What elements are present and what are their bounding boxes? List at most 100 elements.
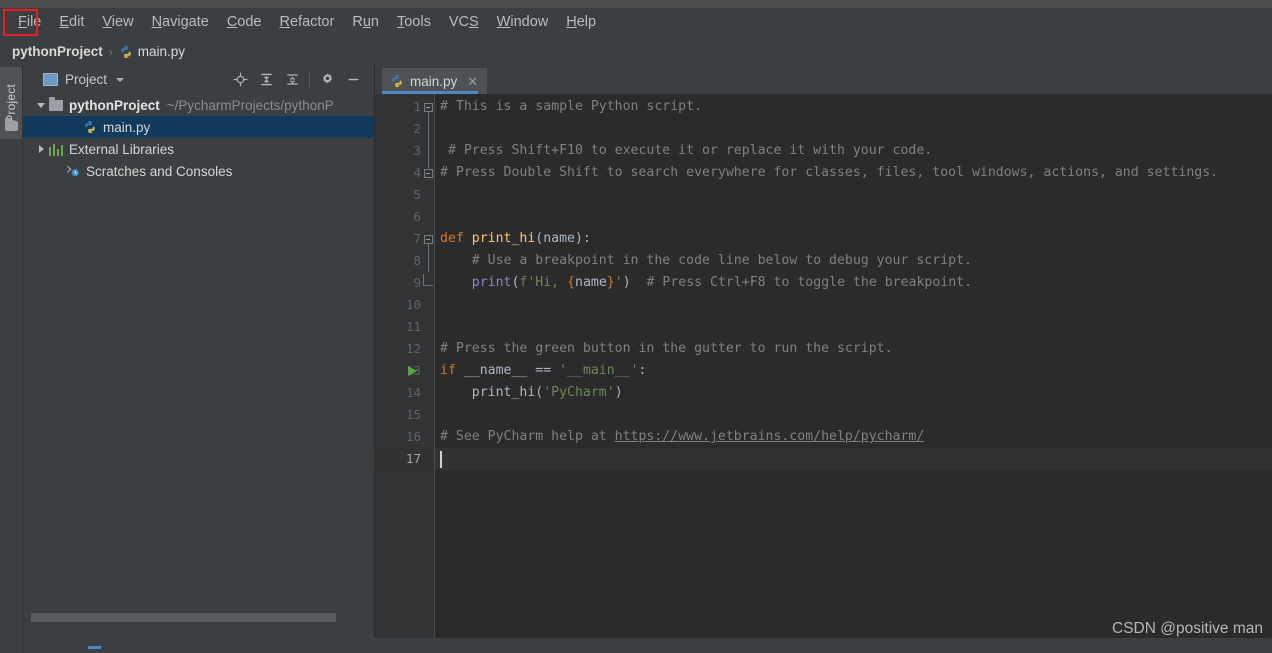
code-line[interactable]: # This is a sample Python script. bbox=[435, 96, 1272, 118]
minimize-icon[interactable] bbox=[340, 68, 366, 92]
code-token: : bbox=[638, 363, 647, 378]
code-token: { bbox=[567, 275, 576, 290]
run-script-icon[interactable] bbox=[406, 360, 418, 382]
menu-item-run[interactable]: Run bbox=[343, 12, 388, 34]
python-file-icon bbox=[390, 74, 404, 88]
code-fold-line bbox=[427, 118, 429, 140]
code-content[interactable]: # This is a sample Python script. # Pres… bbox=[435, 94, 1272, 638]
line-number: 10 bbox=[405, 297, 421, 312]
expand-all-icon[interactable] bbox=[253, 68, 279, 92]
tree-node-scratches-and-consoles[interactable]: Scratches and Consoles bbox=[23, 160, 374, 182]
code-token: == bbox=[535, 363, 560, 378]
status-bar-left-cell bbox=[0, 638, 23, 653]
collapse-all-icon[interactable] bbox=[279, 68, 305, 92]
tree-node-external-libraries[interactable]: External Libraries bbox=[23, 138, 374, 160]
chevron-down-icon[interactable] bbox=[33, 103, 49, 108]
code-token: # Press Shift+F10 to execute it or repla… bbox=[440, 143, 933, 158]
code-token: name bbox=[575, 275, 607, 290]
line-number: 5 bbox=[413, 187, 421, 202]
project-window-icon bbox=[43, 73, 58, 86]
line-number: 6 bbox=[413, 209, 421, 224]
code-line[interactable]: def print_hi(name): bbox=[435, 228, 1272, 250]
code-token: f'Hi, bbox=[519, 275, 568, 290]
close-icon[interactable]: ✕ bbox=[467, 75, 478, 88]
tree-node-label: pythonProject bbox=[69, 97, 160, 113]
breadcrumb: pythonProject › main.py bbox=[0, 38, 1272, 65]
editor-gutter[interactable]: 1 2 3 4 5 6 7 8 9 10 11 12 13 14 15 16 17 bbox=[375, 94, 435, 638]
line-number: 3 bbox=[413, 143, 421, 158]
menu-item-edit[interactable]: Edit bbox=[50, 12, 93, 34]
code-line[interactable] bbox=[435, 316, 1272, 338]
code-line[interactable] bbox=[435, 448, 1272, 470]
watermark-text: CSDN @positive man bbox=[1112, 620, 1263, 637]
code-line[interactable]: print_hi('PyCharm') bbox=[435, 382, 1272, 404]
code-line[interactable] bbox=[435, 184, 1272, 206]
chevron-down-icon[interactable] bbox=[116, 77, 125, 82]
code-fold-end-icon[interactable] bbox=[423, 274, 433, 286]
left-tool-strip: Project bbox=[0, 65, 23, 638]
gear-icon[interactable] bbox=[314, 68, 340, 92]
breadcrumb-file[interactable]: main.py bbox=[138, 44, 185, 59]
menu-item-window[interactable]: Window bbox=[488, 12, 558, 34]
tree-node-label: Scratches and Consoles bbox=[86, 163, 233, 179]
code-line[interactable]: # See PyCharm help at https://www.jetbra… bbox=[435, 426, 1272, 448]
folder-icon[interactable] bbox=[5, 118, 18, 131]
project-horizontal-scrollbar[interactable] bbox=[31, 613, 336, 622]
editor-tab-label: main.py bbox=[410, 73, 458, 89]
code-fold-line bbox=[427, 162, 429, 168]
code-line[interactable]: # Press Double Shift to search everywher… bbox=[435, 162, 1272, 184]
status-bar-tab-indicator bbox=[88, 646, 101, 649]
breadcrumb-project[interactable]: pythonProject bbox=[12, 44, 103, 59]
title-bar bbox=[0, 0, 1272, 8]
line-number: 16 bbox=[405, 429, 421, 444]
code-token: '__main__' bbox=[559, 363, 639, 378]
line-number: 8 bbox=[413, 253, 421, 268]
code-line[interactable] bbox=[435, 118, 1272, 140]
code-fold-line bbox=[427, 250, 429, 272]
chevron-right-icon[interactable] bbox=[33, 145, 49, 153]
menu-item-code[interactable]: Code bbox=[218, 12, 271, 34]
menu-item-refactor[interactable]: Refactor bbox=[271, 12, 344, 34]
project-tree: pythonProject ~/PycharmProjects/pythonP ma… bbox=[23, 94, 374, 182]
menu-item-navigate[interactable]: Navigate bbox=[143, 12, 218, 34]
code-token: def bbox=[440, 231, 472, 246]
code-token: # Press Ctrl+F8 to toggle the breakpoint… bbox=[630, 275, 973, 290]
code-fold-line bbox=[427, 140, 429, 162]
status-bar bbox=[0, 638, 1272, 653]
code-line[interactable] bbox=[435, 206, 1272, 228]
menu-item-view[interactable]: View bbox=[93, 12, 142, 34]
code-editor[interactable]: 1 2 3 4 5 6 7 8 9 10 11 12 13 14 15 16 17 # This is a sa… bbox=[375, 94, 1272, 638]
code-line[interactable]: if __name__ == '__main__': bbox=[435, 360, 1272, 382]
line-number: 14 bbox=[405, 385, 421, 400]
code-token: print bbox=[471, 275, 512, 290]
locate-icon[interactable] bbox=[227, 68, 253, 92]
project-panel-title: Project bbox=[65, 72, 108, 87]
menu-item-tools[interactable]: Tools bbox=[388, 12, 440, 34]
code-line[interactable]: # Use a breakpoint in the code line belo… bbox=[435, 250, 1272, 272]
menu-item-vcs[interactable]: VCS bbox=[440, 12, 488, 34]
editor-area: main.py ✕ 1 2 3 4 5 6 7 8 9 10 11 12 13 14 15 16 17 # Th… bbox=[375, 65, 1272, 638]
menu-item-file[interactable]: File bbox=[9, 12, 50, 34]
code-token: ) bbox=[622, 275, 631, 290]
code-token: https://www.jetbrains.com/help/pycharm/ bbox=[614, 429, 925, 444]
toolbar-divider bbox=[309, 72, 310, 87]
line-number: 12 bbox=[405, 341, 421, 356]
code-line[interactable]: # Press the green button in the gutter t… bbox=[435, 338, 1272, 360]
code-token: print_hi( bbox=[440, 385, 544, 400]
code-line[interactable]: print(f'Hi, {name}') # Press Ctrl+F8 to … bbox=[435, 272, 1272, 294]
code-line[interactable] bbox=[435, 294, 1272, 316]
menu-item-help[interactable]: Help bbox=[557, 12, 605, 34]
project-panel-toolbar bbox=[227, 65, 366, 94]
code-token: ' bbox=[614, 275, 623, 290]
line-number: 2 bbox=[413, 121, 421, 136]
line-number: 13 bbox=[405, 363, 421, 378]
tree-node-pythonproject[interactable]: pythonProject ~/PycharmProjects/pythonP bbox=[23, 94, 374, 116]
tree-node-main-py[interactable]: main.py bbox=[23, 116, 374, 138]
code-token: __name__ bbox=[463, 363, 536, 378]
tree-node-path: ~/PycharmProjects/pythonP bbox=[166, 97, 334, 113]
code-line[interactable]: # Press Shift+F10 to execute it or repla… bbox=[435, 140, 1272, 162]
libraries-icon bbox=[49, 143, 63, 156]
code-line[interactable] bbox=[435, 404, 1272, 426]
tree-node-label: main.py bbox=[103, 119, 151, 135]
